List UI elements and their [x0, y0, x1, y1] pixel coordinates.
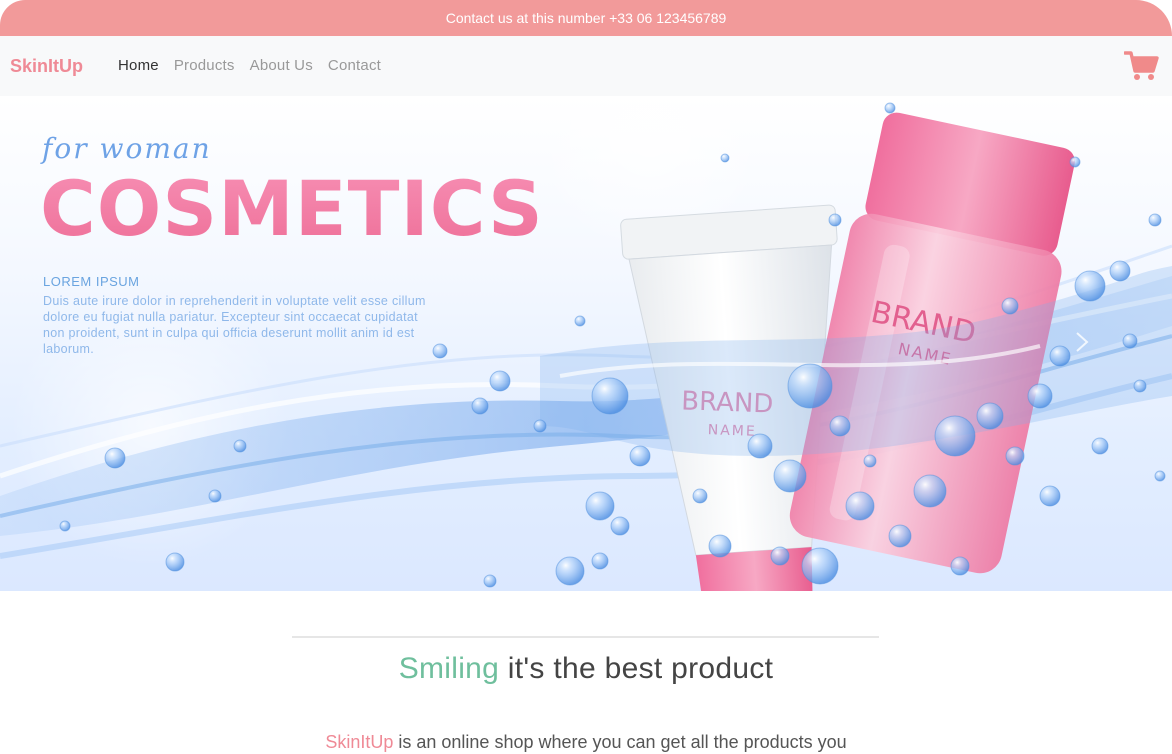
navbar: SkinItUp Home Products About Us Contact: [0, 36, 1172, 96]
headline-rest: it's the best product: [507, 652, 774, 685]
nav-link-products[interactable]: Products: [174, 57, 235, 74]
nav-link-contact[interactable]: Contact: [328, 57, 381, 74]
brand-logo[interactable]: SkinItUp: [10, 56, 83, 77]
section-divider: [292, 636, 879, 638]
contact-banner: Contact us at this number +33 06 1234567…: [0, 0, 1172, 36]
chevron-right-icon[interactable]: [1074, 330, 1090, 354]
nav-link-about-us[interactable]: About Us: [250, 57, 313, 74]
nav-link-home[interactable]: Home: [118, 57, 159, 74]
intro-text: is an online shop where you can get all …: [398, 732, 847, 752]
section-intro: SkinItUp is an online shop where you can…: [0, 732, 1172, 753]
headline-accent: Smiling: [398, 652, 500, 685]
hero-banner: BRAND NAME BRAND NAME for woman COSMETIC…: [0, 96, 1172, 591]
shopping-cart-icon[interactable]: [1124, 50, 1160, 82]
hero-tagline: for woman: [42, 132, 212, 165]
nav-links: Home Products About Us Contact: [118, 57, 381, 74]
section-headline: Smiling it's the best product: [0, 652, 1172, 686]
hero-subheading: LOREM IPSUM: [43, 274, 140, 289]
intro-brand: SkinItUp: [325, 732, 394, 752]
contact-text: Contact us at this number +33 06 1234567…: [445, 10, 727, 26]
hero-title: COSMETICS: [40, 164, 544, 253]
hero-body-text: Duis aute irure dolor in reprehenderit i…: [43, 294, 426, 356]
